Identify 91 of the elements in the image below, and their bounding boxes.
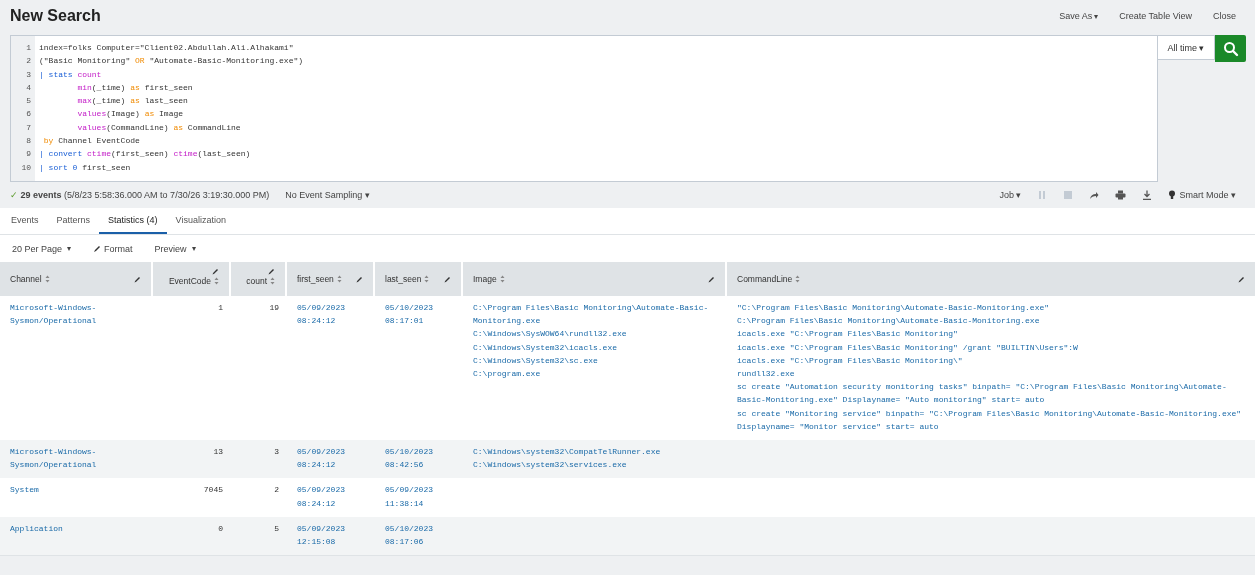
query-line: min(_time) as first_seen [76, 81, 194, 94]
query-line: values(Image) as Image [76, 108, 185, 121]
table-cell-text: 05/09/2023 11:38:14 [385, 484, 434, 510]
table-cell-text: 5 [273, 522, 279, 535]
sort-icon [44, 275, 50, 283]
table-cell-text: 7045 [202, 484, 223, 497]
sort-icon [795, 275, 801, 283]
header-link[interactable]: Close [1213, 11, 1236, 21]
pencil-icon [93, 244, 102, 253]
table-cell-text: 05/09/2023 08:24:12 [297, 302, 346, 328]
table-cell-text: C:\Windows\System32\sc.exe [473, 354, 599, 367]
results-tab[interactable]: Visualization [166, 208, 235, 234]
save-as-menu[interactable]: Save As ▾ [1059, 11, 1099, 21]
table-cell-text: C:\Windows\SysWOW64\rundll32.exe [473, 328, 628, 341]
page-title: New Search [10, 7, 101, 25]
sampling-menu[interactable]: No Event Sampling ▾ [285, 190, 370, 200]
download-icon[interactable] [1142, 190, 1153, 200]
table-cell-text: icacls.exe "C:\Program Files\Basic Monitoring" /grant "BUILTIN\Users":W [737, 341, 1079, 354]
line-number: 8 [26, 135, 31, 148]
line-number: 3 [26, 68, 31, 81]
query-line: by Channel EventCode [42, 135, 141, 148]
table-cell-text: sc create "Monitoring service" binpath= "C:\Program Files\Basic Monitoring\Automate-Basic-Monitoring.exe" Displayname= "Monitor service" start= auto [737, 407, 1243, 433]
pencil-icon[interactable] [444, 275, 451, 283]
table-cell-text: rundll32.exe [737, 368, 796, 380]
table-cell-text: 3 [273, 446, 279, 459]
table-cell-text: C:\Windows\system32\CompatTelRunner.exe [473, 446, 662, 459]
time-range-picker[interactable]: All time ▾ [1158, 35, 1215, 60]
sort-icon [336, 275, 342, 283]
results-tab[interactable]: Patterns [47, 208, 100, 234]
share-icon[interactable] [1089, 190, 1100, 200]
sort-icon [214, 277, 219, 285]
table-cell-text: C:\Windows\system32\services.exe [473, 459, 628, 472]
line-number: 7 [26, 121, 31, 134]
query-line: | sort 0 first_seen [39, 161, 132, 174]
table-cell-text: 05/09/2023 08:24:12 [297, 484, 346, 510]
print-icon[interactable] [1115, 190, 1127, 200]
pencil-icon[interactable] [268, 268, 275, 275]
table-cell-text: Application [10, 522, 64, 535]
table-cell-text: System [10, 484, 40, 497]
pencil-icon[interactable] [134, 275, 141, 283]
dropdown-menu[interactable]: Preview ▾ [154, 243, 196, 254]
line-number: 5 [26, 95, 31, 108]
pencil-icon[interactable] [708, 275, 715, 283]
event-count: ✓ 29 events (5/8/23 5:58:36.000 AM to 7/30/26 3:19:30.000 PM) [10, 190, 270, 200]
job-menu[interactable]: Job ▾ [999, 190, 1022, 200]
query-line: max(_time) as last_seen [76, 95, 189, 108]
query-line: ("Basic Monitoring" OR "Automate-Basic-Monitoring.exe") [39, 55, 304, 68]
table-cell-text: 2 [273, 484, 279, 497]
results-tab[interactable]: Events [2, 208, 48, 234]
table-cell-text: C:\Program Files\Basic Monitoring\Automate-Basic-Monitoring.exe [737, 315, 1041, 328]
query-line: values(CommandLine) as CommandLine [76, 121, 242, 134]
bulb-icon [1168, 190, 1177, 200]
column-header[interactable]: CommandLine [727, 262, 1255, 296]
query-line: | stats count [39, 68, 103, 81]
pencil-icon[interactable] [1238, 275, 1245, 283]
table-cell-text: 05/10/2023 08:17:01 [385, 302, 434, 328]
table-cell-text: 0 [217, 522, 223, 535]
table-cell-text: Microsoft-Windows-Sysmon/Operational [10, 446, 98, 472]
table-cell-text: icacls.exe "C:\Program Files\Basic Monitoring\" [737, 354, 964, 367]
table-cell-text: C:\program.exe [473, 368, 542, 380]
table-cell-text: 05/10/2023 08:17:06 [385, 522, 434, 549]
format-button[interactable]: Format [93, 243, 133, 254]
search-icon [1222, 40, 1239, 57]
table-cell-text: 1 [217, 302, 223, 314]
line-number: 10 [21, 161, 31, 174]
table-cell-text: 05/09/2023 08:24:12 [297, 446, 346, 472]
table-cell-text: 13 [212, 446, 223, 459]
pencil-icon[interactable] [212, 268, 219, 275]
query-line: | convert ctime(first_seen) ctime(last_seen) [39, 148, 252, 161]
search-button[interactable] [1215, 35, 1246, 62]
line-number: 6 [26, 108, 31, 121]
query-line: index=folks Computer="Client02.Abdullah.Ali.Alhakami" [39, 42, 295, 54]
pencil-icon[interactable] [356, 275, 363, 283]
line-number: 1 [26, 42, 31, 54]
header-link[interactable]: Create Table View [1119, 11, 1192, 21]
sort-icon [270, 277, 275, 285]
search-mode-menu[interactable]: Smart Mode ▾ [1168, 190, 1236, 200]
table-cell-text: C:\Program Files\Basic Monitoring\Automate-Basic-Monitoring.exe [473, 302, 710, 328]
line-number: 4 [26, 81, 31, 94]
table-cell-text: Microsoft-Windows-Sysmon/Operational [10, 302, 98, 328]
sort-icon [499, 275, 505, 283]
table-cell-text: 05/09/2023 12:15:08 [297, 522, 346, 549]
table-cell-text: icacls.exe "C:\Program Files\Basic Monitoring" [737, 328, 959, 341]
table-cell-text: 05/10/2023 08:42:56 [385, 446, 434, 472]
dropdown-menu[interactable]: 20 Per Page ▾ [12, 243, 72, 254]
table-cell-text: C:\Windows\System32\icacls.exe [473, 341, 619, 354]
table-cell-text: 19 [268, 302, 279, 314]
table-cell-text: "C:\Program Files\Basic Monitoring\Automate-Basic-Monitoring.exe" [737, 302, 1051, 314]
line-number: 2 [26, 55, 31, 68]
sort-icon [424, 275, 430, 283]
line-number: 9 [26, 148, 31, 161]
